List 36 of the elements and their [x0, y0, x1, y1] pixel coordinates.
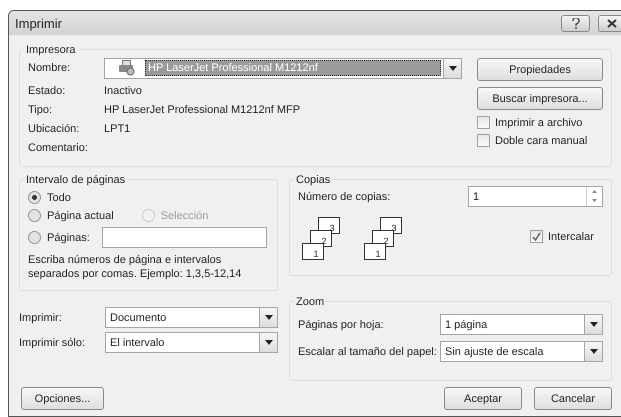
group-title: Intervalo de páginas: [24, 174, 128, 186]
field-value: HP LaserJet Professional M1212nf MFP: [104, 104, 300, 116]
checkbox-label: Doble cara manual: [495, 134, 588, 146]
radio-label: Página actual: [47, 210, 114, 222]
field-label: Imprimir sólo:: [19, 336, 86, 348]
field-label: Imprimir:: [19, 312, 63, 324]
field-label: Estado:: [28, 85, 66, 97]
radio-label: Páginas:: [47, 232, 90, 244]
dropdown[interactable]: El intervalo: [105, 332, 278, 353]
field-label: Número de copias:: [298, 190, 390, 202]
options-button[interactable]: Opciones...: [21, 387, 104, 410]
checkbox-label: Intercalar: [548, 230, 594, 242]
field-label: Escalar al tamaño del papel:: [298, 346, 437, 358]
field-value: LPT1: [104, 123, 130, 135]
dialog-button[interactable]: Buscar impresora...: [477, 87, 603, 110]
copies-spinner[interactable]: 1: [468, 186, 603, 207]
window-title: Imprimir: [15, 16, 63, 30]
field-label: Comentario:: [28, 142, 89, 154]
checkbox-label: Imprimir a archivo: [495, 116, 582, 128]
field-label: Nombre:: [28, 62, 72, 74]
radio-label: Todo: [47, 192, 71, 204]
dropdown[interactable]: Documento: [105, 307, 278, 328]
group-title: Copias: [294, 174, 332, 186]
radio-label: Selección: [160, 210, 208, 222]
ok-button[interactable]: Aceptar: [444, 387, 522, 410]
group-title: Zoom: [294, 296, 326, 308]
cancel-button[interactable]: Cancelar: [534, 387, 612, 410]
hint-text: Escriba números de página e intervalos separados por comas. Ejemplo: 1,3,5-12,14: [28, 253, 242, 281]
field-label: Páginas por hoja:: [298, 318, 384, 330]
field-label: Ubicación:: [28, 123, 80, 135]
dialog-button[interactable]: Propiedades: [477, 58, 603, 81]
field-value: Inactivo: [104, 85, 142, 97]
field-label: Tipo:: [28, 104, 54, 116]
group-title: Impresora: [24, 44, 78, 56]
dropdown[interactable]: 1 página: [440, 314, 603, 335]
dropdown[interactable]: Sin ajuste de escala: [440, 341, 603, 362]
